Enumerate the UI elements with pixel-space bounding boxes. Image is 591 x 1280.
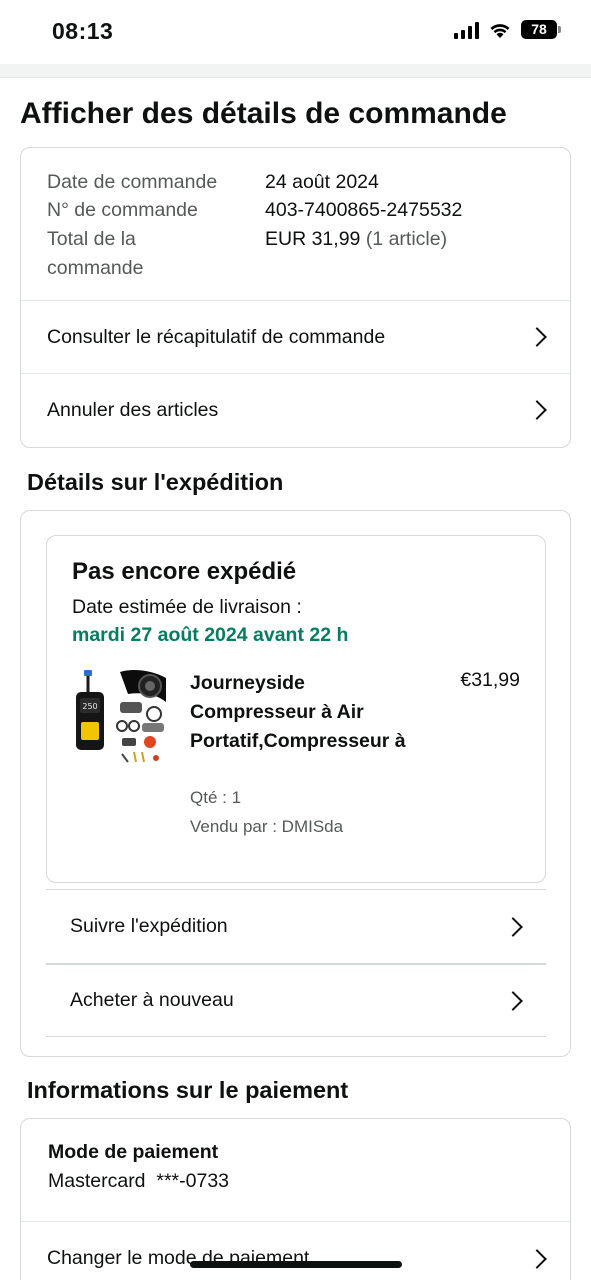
chevron-right-icon [527, 327, 547, 347]
chevron-right-icon [527, 1248, 547, 1269]
product-seller: Vendu par : DMISda [190, 817, 344, 836]
buy-again-label: Acheter à nouveau [70, 989, 234, 1011]
payment-section-title: Informations sur le paiement [27, 1077, 349, 1103]
status-bar: 08:13 78 [0, 0, 591, 64]
payment-card: Mode de paiement Mastercard ***-0733 Cha… [20, 1118, 571, 1280]
order-date-label: Date de commande [47, 171, 218, 193]
shipment-item-card: Pas encore expédié Date estimée de livra… [46, 535, 546, 883]
view-order-summary-label: Consulter le récapitulatif de commande [47, 325, 386, 348]
order-item-count: (1 article) [365, 228, 448, 250]
product-price: €31,99 [460, 669, 520, 691]
cancel-items-label: Annuler des articles [47, 398, 219, 421]
page-title: Afficher des détails de commande [20, 97, 507, 130]
payment-method-value: Mastercard ***-0733 [48, 1170, 230, 1192]
payment-method-label: Mode de paiement [48, 1141, 219, 1163]
battery-level: 78 [521, 20, 557, 39]
track-shipment-label: Suivre l'expédition [70, 915, 228, 937]
order-date-value: 24 août 2024 [265, 171, 379, 193]
product-image-screen-text: 250 [82, 702, 97, 711]
chevron-right-icon [527, 400, 547, 420]
status-icons: 78 [454, 20, 561, 39]
product-image[interactable]: 250 [72, 668, 168, 764]
cancel-items-link[interactable]: Annuler des articles [21, 373, 570, 446]
buy-again-link[interactable]: Acheter à nouveau [46, 963, 546, 1037]
track-shipment-link[interactable]: Suivre l'expédition [46, 889, 546, 963]
order-summary-card: Date de commande 24 août 2024 N° de comm… [20, 147, 571, 448]
status-time: 08:13 [52, 18, 114, 44]
chevron-right-icon [503, 990, 523, 1011]
product-title-link[interactable]: Journeyside Compresseur à Air Portatif,C… [190, 669, 415, 756]
change-payment-method-link[interactable]: Changer le mode de paiement [21, 1221, 570, 1280]
shipment-card: Pas encore expédié Date estimée de livra… [20, 510, 571, 1057]
order-total-label-line1: Total de la [47, 228, 136, 250]
shipment-status: Pas encore expédié [72, 558, 297, 585]
battery-icon: 78 [521, 20, 561, 39]
product-quantity: Qté : 1 [190, 788, 242, 807]
delivery-estimate-label: Date estimée de livraison : [72, 596, 302, 618]
order-total-label-line2: commande [47, 257, 144, 279]
chevron-right-icon [503, 916, 523, 937]
home-indicator[interactable] [190, 1261, 402, 1268]
order-number-value: 403-7400865-2475532 [265, 199, 463, 221]
order-total-amount: EUR 31,99 [265, 228, 361, 250]
order-total-value: EUR 31,99 (1 article) [265, 225, 447, 254]
header-divider [0, 64, 591, 78]
shipment-section-title: Détails sur l'expédition [27, 469, 284, 495]
delivery-estimate-date: mardi 27 août 2024 avant 22 h [72, 624, 349, 646]
wifi-icon [490, 23, 510, 38]
view-order-summary-link[interactable]: Consulter le récapitulatif de commande [21, 300, 570, 373]
order-number-label: N° de commande [47, 199, 198, 221]
cellular-signal-icon [454, 21, 479, 39]
